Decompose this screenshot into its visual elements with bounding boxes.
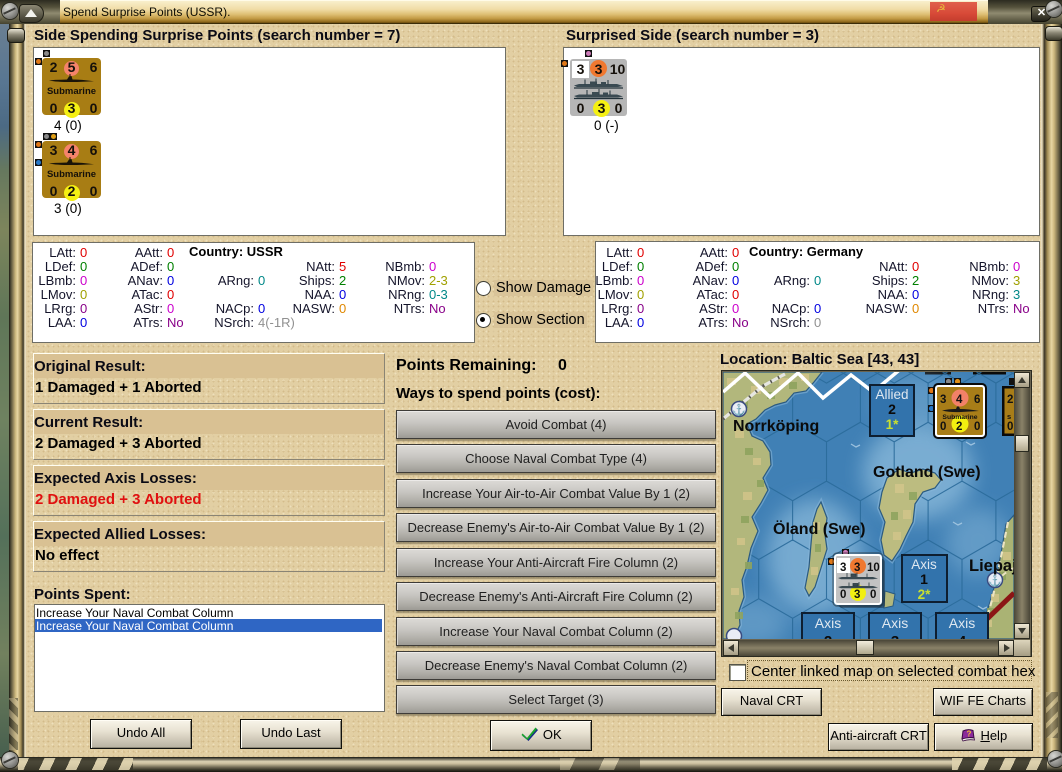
svg-text:0: 0 (870, 589, 876, 601)
svg-text:2: 2 (824, 633, 832, 639)
svg-text:0: 0 (1007, 421, 1013, 433)
svg-text:Axis: Axis (815, 615, 841, 631)
svg-text:2*: 2* (918, 587, 932, 602)
svg-text:Axis: Axis (911, 557, 937, 572)
svg-text:4: 4 (958, 633, 967, 639)
svg-text:1*: 1* (886, 417, 900, 432)
svg-text:2: 2 (888, 401, 896, 417)
svg-text:?: ? (966, 730, 971, 739)
svg-text:Gotland (Swe): Gotland (Swe) (873, 464, 981, 481)
svg-text:Allied: Allied (875, 387, 908, 402)
svg-text:3: 3 (854, 562, 860, 574)
svg-text:3: 3 (891, 633, 899, 639)
svg-text:4: 4 (956, 394, 963, 406)
svg-text:Axis: Axis (882, 615, 908, 631)
svg-text:s: s (1007, 412, 1011, 421)
svg-text:2: 2 (1007, 394, 1013, 406)
svg-text:⚓: ⚓ (732, 404, 746, 417)
svg-text:Liepaja: Liepaja (969, 557, 1014, 575)
svg-text:2: 2 (956, 421, 962, 433)
svg-text:0: 0 (940, 421, 946, 433)
svg-text:3: 3 (854, 589, 860, 601)
svg-text:0: 0 (974, 421, 980, 433)
svg-text:Öland (Swe): Öland (Swe) (773, 519, 865, 538)
svg-text:0: 0 (840, 589, 846, 601)
svg-text:Norrköping: Norrköping (733, 418, 819, 435)
svg-text:1: 1 (920, 571, 928, 587)
svg-text:10: 10 (867, 562, 880, 574)
svg-text:3: 3 (940, 394, 946, 406)
svg-text:Axis: Axis (949, 615, 975, 631)
svg-text:3: 3 (840, 562, 846, 574)
svg-text:Submarine: Submarine (942, 414, 977, 421)
svg-text:6: 6 (974, 394, 980, 406)
svg-text:⚓: ⚓ (988, 575, 1002, 588)
